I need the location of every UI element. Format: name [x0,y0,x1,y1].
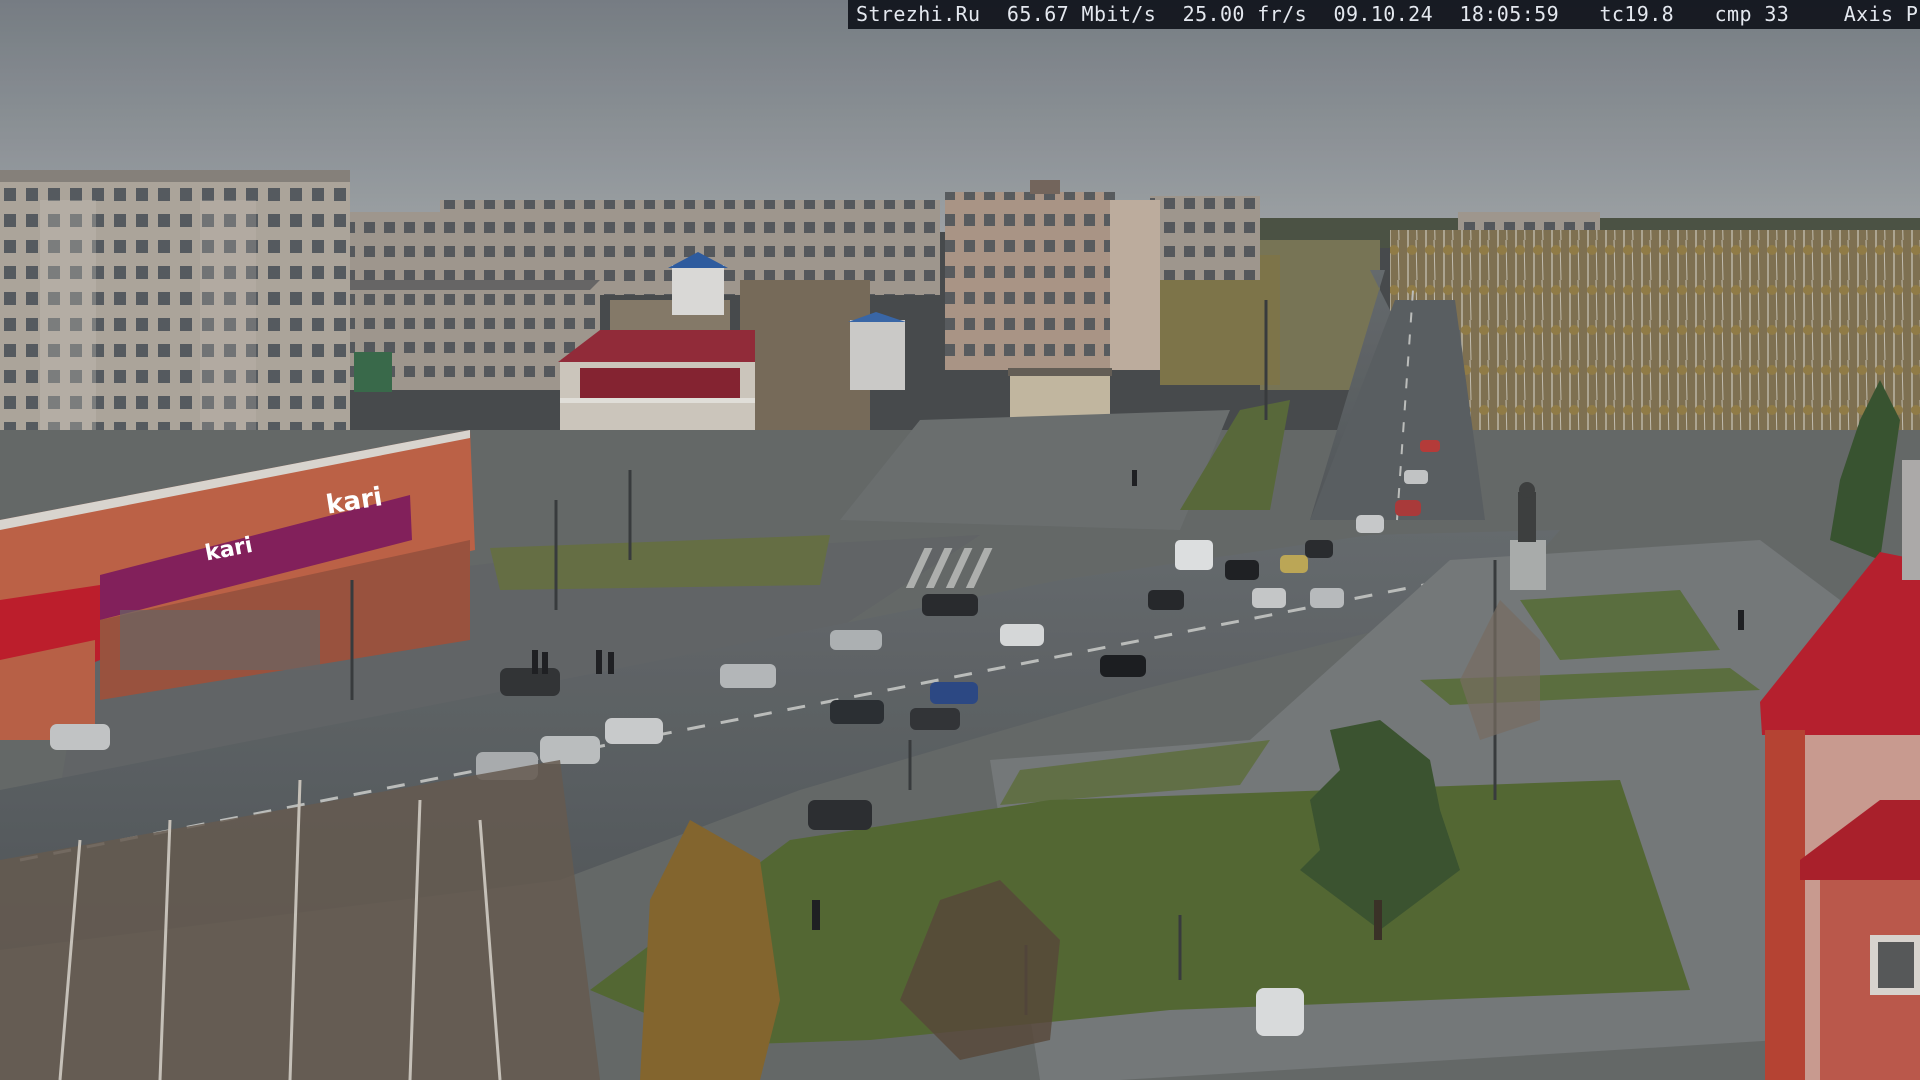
camera-frame: kari kari Strezhi.Ru 65.67 Mbit/s 25.00 … [0,0,1920,1080]
osd-framerate: 25.00 fr/s [1182,2,1308,26]
osd-site: Strezhi.Ru [856,2,981,26]
osd-bitrate: 65.67 Mbit/s [1006,2,1157,26]
camera-osd-overlay: Strezhi.Ru 65.67 Mbit/s 25.00 fr/s 09.10… [848,0,1920,29]
osd-cmp: cmp 33 [1714,2,1790,26]
osd-time: 18:05:59 [1459,2,1560,26]
osd-camera-model: Axis P1375 [1843,2,1920,26]
osd-tc: tc19.8 [1599,2,1675,26]
osd-date: 09.10.24 [1333,2,1434,26]
street-scene [0,0,1920,1080]
